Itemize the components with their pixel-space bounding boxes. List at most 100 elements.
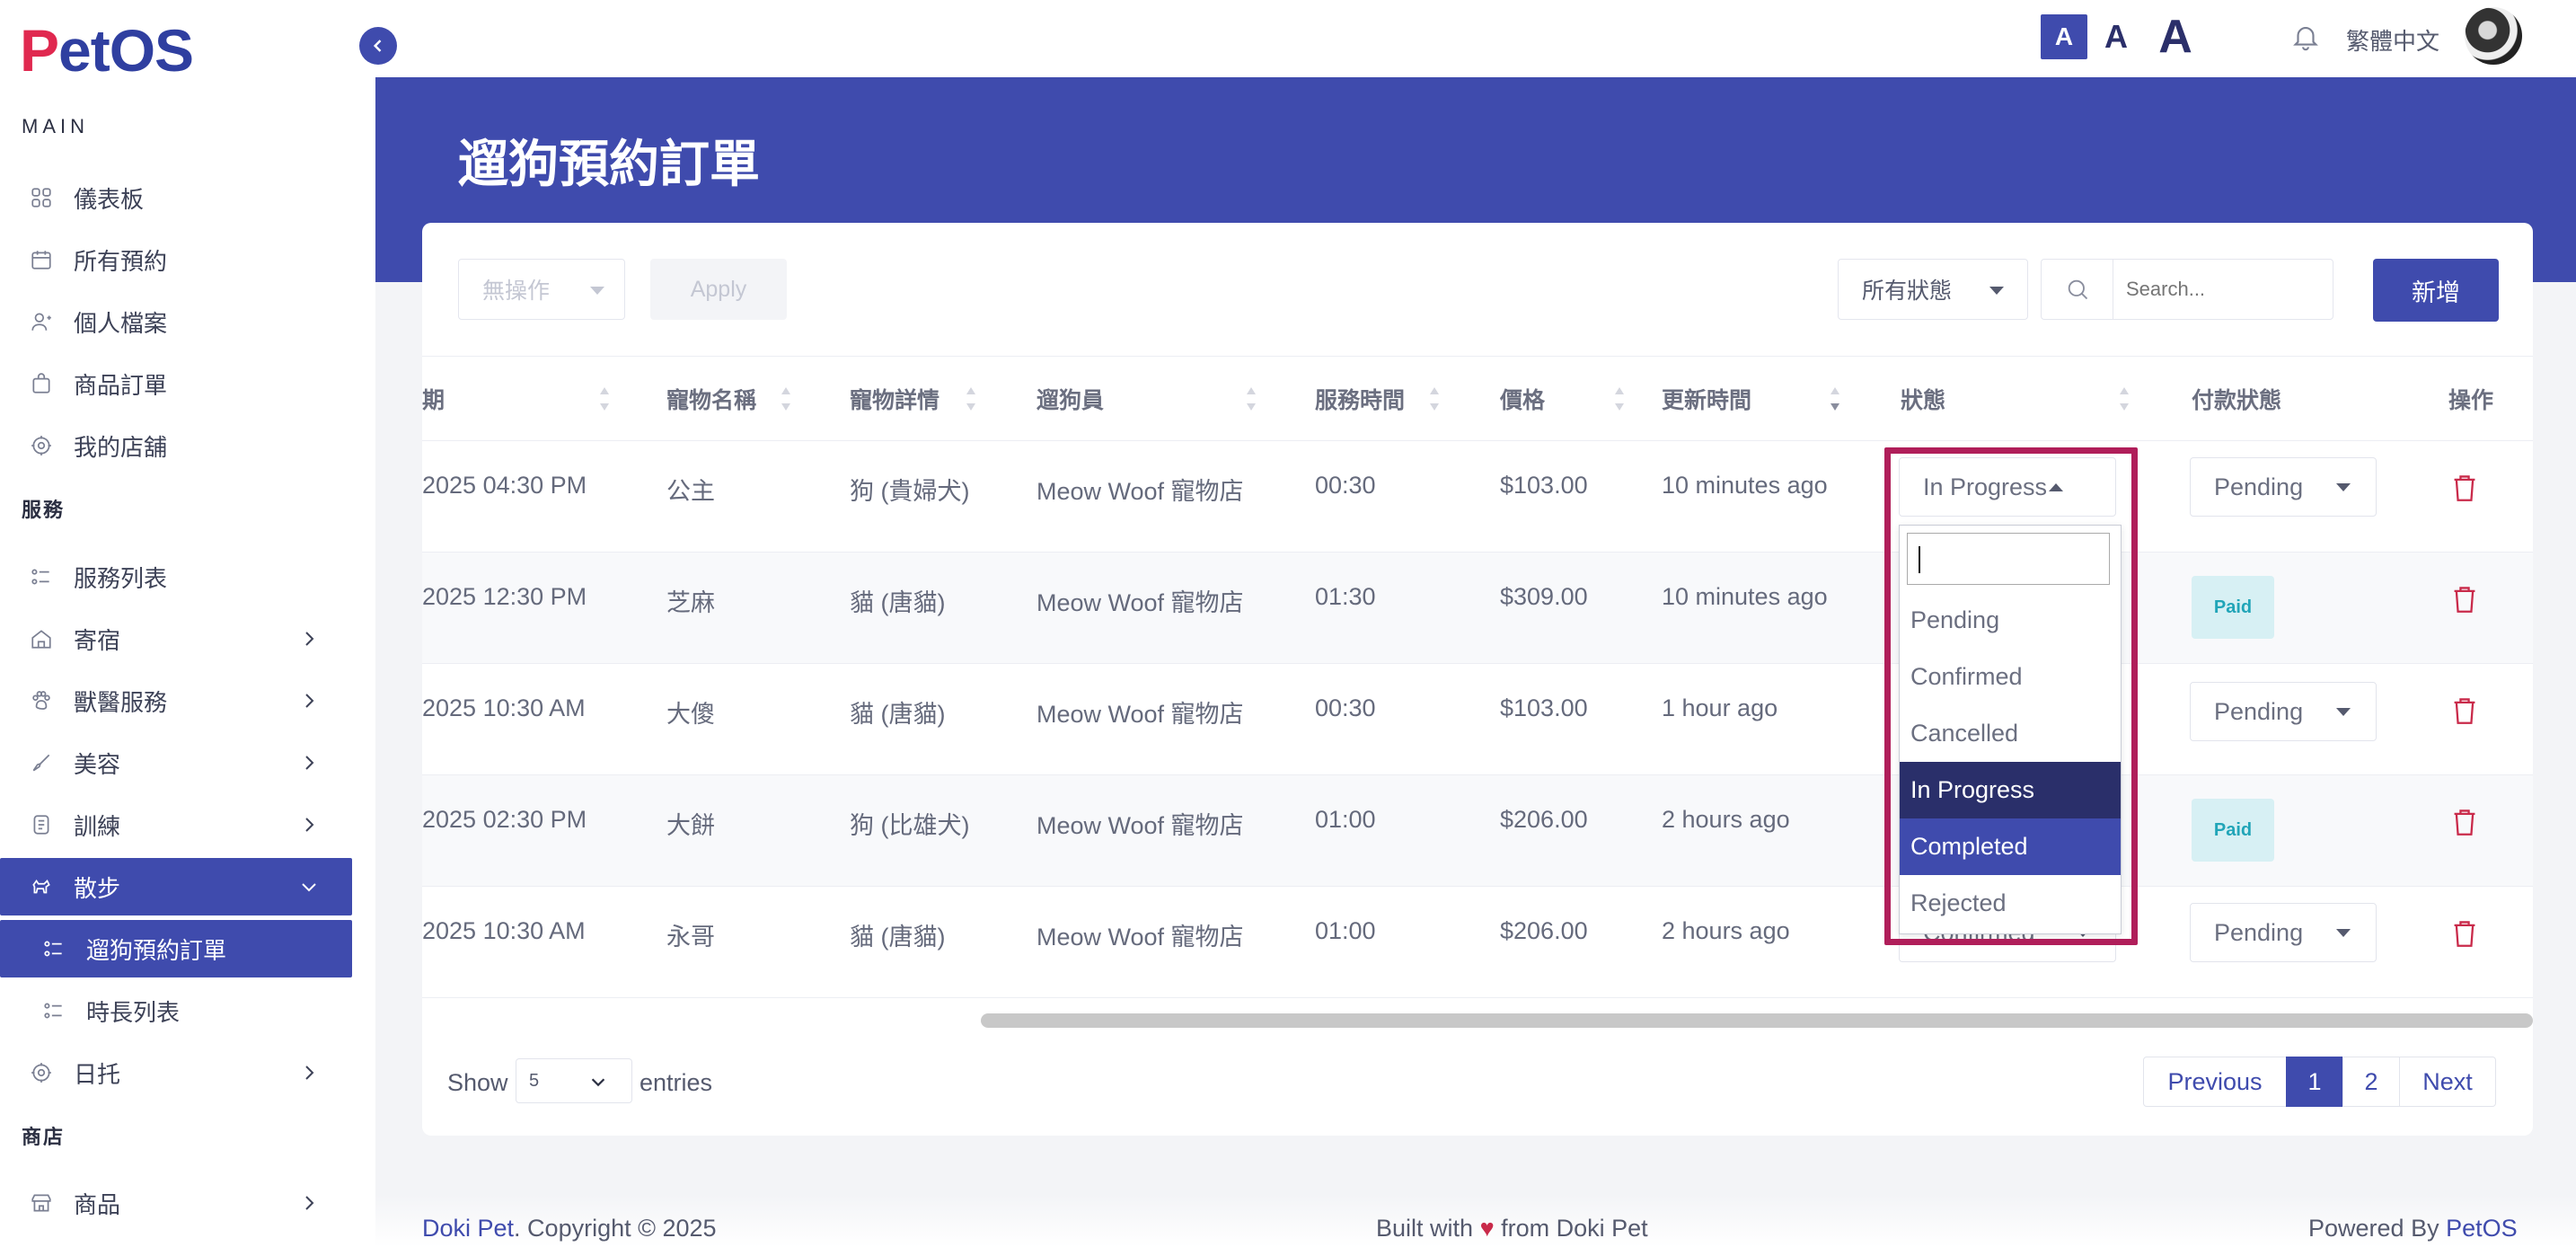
avatar[interactable] (2465, 7, 2522, 65)
sidebar-item-daycare[interactable]: 日托 (0, 1044, 352, 1101)
sort-icon[interactable] (2118, 384, 2130, 414)
show-label: Show (447, 1069, 508, 1096)
sidebar-item-service-list[interactable]: 服務列表 (0, 548, 352, 606)
column-header-price[interactable]: 價格 (1500, 357, 1545, 441)
page-title: 遛狗預約訂單 (458, 136, 760, 192)
column-header-updated[interactable]: 更新時間 (1662, 357, 1751, 441)
font-size-medium-button[interactable]: A (2096, 14, 2136, 59)
topbar (375, 0, 2576, 77)
list-icon (36, 993, 72, 1029)
heart-icon: ♥ (1479, 1215, 1495, 1242)
cell-duration: 01:00 (1315, 806, 1376, 833)
sidebar-item-grooming[interactable]: 美容 (0, 734, 352, 792)
cell-walker: Meow Woof 寵物店 (1037, 478, 1244, 505)
sidebar-item-walking[interactable]: 散步 (0, 858, 352, 915)
sort-icon[interactable] (965, 384, 977, 414)
column-header-status[interactable]: 狀態 (1901, 357, 1945, 441)
cell-price: $309.00 (1500, 583, 1588, 610)
font-size-small-button[interactable]: A (2041, 14, 2087, 59)
payment-status-select[interactable]: Pending (2190, 682, 2377, 741)
payment-status-select[interactable]: Pending (2190, 457, 2377, 517)
chevron-right-icon (305, 1196, 314, 1210)
app-logo[interactable]: PetOS (20, 16, 194, 84)
column-header-date[interactable]: 期 (422, 357, 445, 441)
add-button[interactable]: 新增 (2373, 259, 2499, 322)
status-filter-select[interactable]: 所有狀態 (1838, 259, 2028, 320)
payment-status-select[interactable]: Pending (2190, 903, 2377, 962)
trash-icon[interactable] (2452, 696, 2477, 725)
sidebar-item-all-bookings[interactable]: 所有預約 (0, 231, 352, 288)
dog-walk-icon (23, 869, 59, 905)
apply-button[interactable]: Apply (650, 259, 787, 320)
footer-built-with: Built with ♥ from Doki Pet (1376, 1215, 1648, 1243)
sidebar-item-product-orders[interactable]: 商品訂單 (0, 355, 352, 412)
sidebar-item-label: 獸醫服務 (74, 688, 168, 716)
sort-icon[interactable] (1613, 384, 1626, 414)
language-selector[interactable]: 繁體中文 (2346, 23, 2439, 57)
chevron-down-icon (302, 883, 316, 892)
trash-icon[interactable] (2452, 585, 2477, 614)
caret-down-icon (2336, 929, 2351, 937)
sort-icon[interactable] (1428, 384, 1441, 414)
font-size-large-button[interactable]: A (2150, 11, 2201, 63)
calendar-icon (23, 242, 59, 278)
horizontal-scrollbar[interactable] (981, 1013, 2533, 1028)
sidebar-item-products[interactable]: 商品 (0, 1174, 352, 1232)
column-header-pet-name[interactable]: 寵物名稱 (666, 357, 756, 441)
footer-brand-link[interactable]: Doki Pet (422, 1215, 514, 1242)
pagination-page-2[interactable]: 2 (2342, 1057, 2400, 1107)
sidebar-item-dashboard[interactable]: 儀表板 (0, 169, 352, 226)
pagination-page-1[interactable]: 1 (2286, 1057, 2343, 1107)
table-header: 期 寵物名稱 寵物詳情 遛狗員 服務時間 價格 更新時間 狀態 付款狀態 操作 (422, 356, 2533, 440)
sidebar-item-training[interactable]: 訓練 (0, 796, 352, 853)
column-header-pet-detail[interactable]: 寵物詳情 (850, 357, 940, 441)
search-input[interactable] (2113, 259, 2333, 320)
table-row: 2025 02:30 PM 大餅 狗 (比雄犬) Meow Woof 寵物店 0… (422, 774, 2533, 886)
section-heading-shop: 商店 (22, 1126, 66, 1148)
bell-icon[interactable] (2290, 22, 2321, 52)
trash-icon[interactable] (2452, 473, 2477, 502)
sidebar-item-label: 我的店舖 (74, 433, 168, 461)
sort-icon[interactable] (780, 384, 792, 414)
sidebar-item-label: 寄宿 (74, 626, 121, 654)
sidebar-item-duration-list[interactable]: 時長列表 (0, 982, 352, 1039)
cell-pet-name: 大傻 (666, 701, 715, 728)
bulk-action-select[interactable]: 無操作 (458, 259, 625, 320)
section-heading-main: MAIN (22, 115, 89, 137)
column-header-walker[interactable]: 遛狗員 (1037, 357, 1104, 441)
sort-icon[interactable] (598, 384, 611, 414)
caret-down-icon (590, 287, 604, 295)
sidebar-item-label: 個人檔案 (74, 309, 168, 337)
footer-built-post: from Doki Pet (1501, 1215, 1648, 1242)
cell-date: 2025 02:30 PM (422, 806, 587, 833)
cell-date: 2025 10:30 AM (422, 694, 586, 721)
footer-powered-brand[interactable]: PetOS (2446, 1215, 2518, 1242)
cell-duration: 00:30 (1315, 472, 1376, 499)
sort-icon[interactable] (1245, 384, 1257, 414)
payment-status-value: Pending (2214, 473, 2304, 500)
trash-icon[interactable] (2452, 808, 2477, 836)
paw-icon (23, 1055, 59, 1091)
entries-per-page-select[interactable]: 5 (516, 1058, 632, 1103)
sidebar-item-profile[interactable]: 個人檔案 (0, 293, 352, 350)
bag-icon (23, 366, 59, 402)
sidebar-item-label: 商品訂單 (74, 371, 168, 399)
status-filter-value: 所有狀態 (1862, 279, 1953, 304)
column-header-duration[interactable]: 服務時間 (1315, 357, 1405, 441)
column-header-actions: 操作 (2448, 388, 2494, 413)
pagination-previous[interactable]: Previous (2143, 1057, 2287, 1107)
pagination-next[interactable]: Next (2399, 1057, 2496, 1107)
payment-status-value: Pending (2214, 918, 2304, 946)
sidebar-item-my-store[interactable]: 我的店舖 (0, 417, 352, 474)
cell-price: $103.00 (1500, 694, 1588, 721)
sort-desc-icon[interactable] (1829, 384, 1841, 414)
sidebar-item-walk-orders[interactable]: 遛狗預約訂單 (0, 920, 352, 977)
sidebar-item-boarding[interactable]: 寄宿 (0, 610, 352, 668)
list-icon (23, 559, 59, 595)
sidebar-collapse-button[interactable] (359, 27, 397, 65)
trash-icon[interactable] (2452, 919, 2477, 948)
caret-down-icon (1989, 287, 2004, 295)
sidebar-item-vet[interactable]: 獸醫服務 (0, 672, 352, 730)
sidebar-item-label: 散步 (74, 874, 121, 902)
sidebar-item-label: 遛狗預約訂單 (86, 936, 227, 964)
